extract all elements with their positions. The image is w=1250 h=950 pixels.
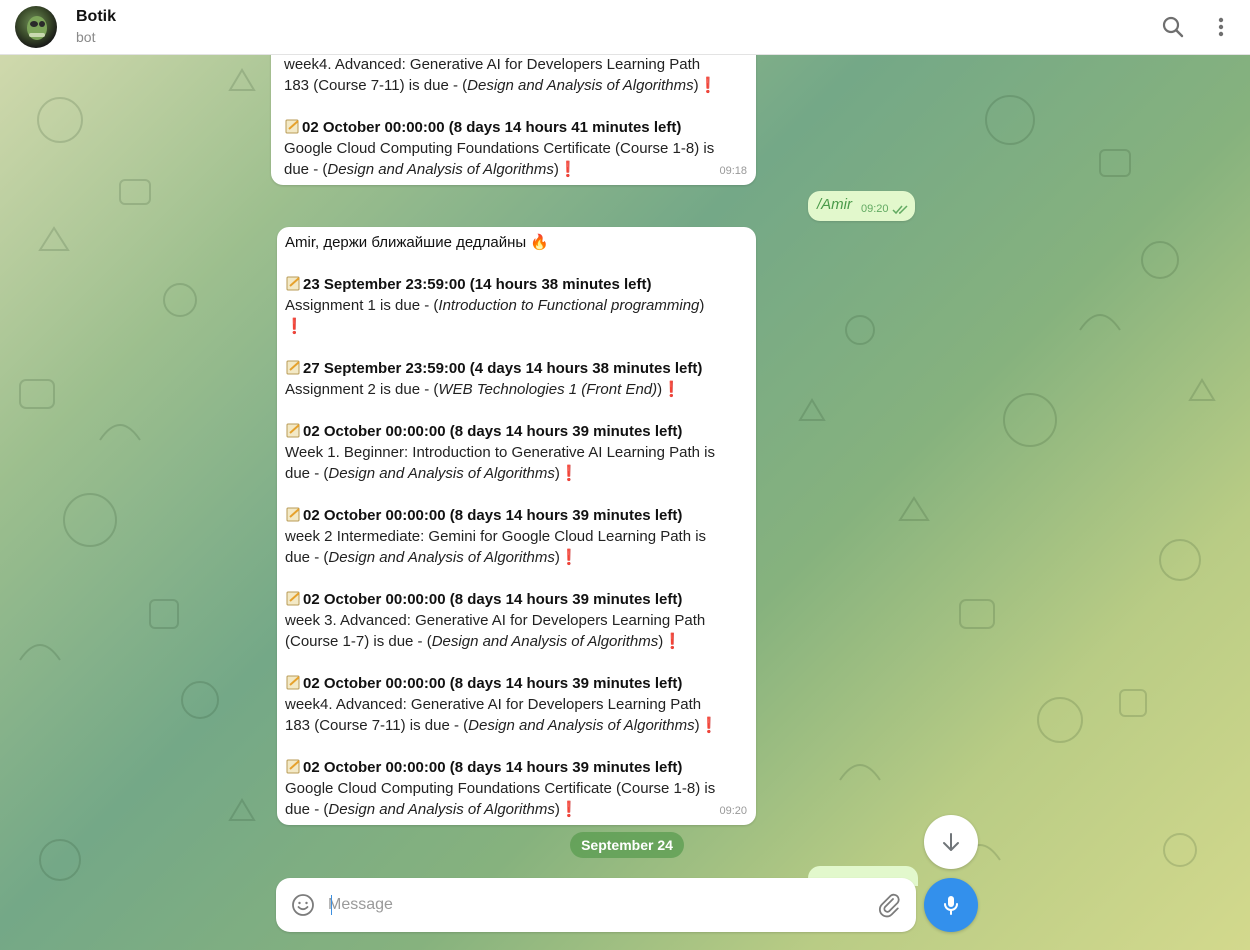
deadline-header: 02 October 00:00:00 (8 days 14 hours 39 … bbox=[285, 505, 748, 526]
message-line: 183 (Course 7-11) is due - (Design and A… bbox=[284, 77, 718, 94]
memo-icon bbox=[285, 119, 299, 134]
scroll-to-bottom-button[interactable] bbox=[924, 815, 978, 869]
deadline-text: 183 (Course 7-11) is due - (Design and A… bbox=[285, 717, 719, 734]
deadline-text: Assignment 2 is due - (WEB Technologies … bbox=[285, 381, 681, 398]
message-composer bbox=[276, 878, 916, 932]
deadline-text: week4. Advanced: Generative AI for Devel… bbox=[285, 696, 702, 713]
paperclip-icon bbox=[879, 893, 900, 918]
red-exclamation-icon: ❗ bbox=[559, 549, 579, 566]
deadline-text: Google Cloud Computing Foundations Certi… bbox=[285, 780, 716, 797]
deadline-header: 23 September 23:59:00 (14 hours 38 minut… bbox=[285, 274, 748, 295]
message-time: 09:20 bbox=[861, 203, 889, 215]
red-exclamation-icon: ❗ bbox=[698, 77, 718, 94]
incoming-message[interactable]: week4. Advanced: Generative AI for Devel… bbox=[271, 44, 756, 185]
deadline-header: 02 October 00:00:00 (8 days 14 hours 39 … bbox=[285, 421, 748, 442]
search-button[interactable] bbox=[1160, 14, 1186, 40]
red-exclamation-icon: ❗ bbox=[559, 801, 579, 818]
date-separator: September 24 bbox=[570, 832, 684, 858]
message-input[interactable] bbox=[328, 890, 868, 920]
voice-message-button[interactable] bbox=[924, 878, 978, 932]
more-options-button[interactable] bbox=[1208, 14, 1234, 40]
outgoing-message-text: /Amir bbox=[817, 196, 852, 213]
message-title: Amir, держи ближайшие дедлайны 🔥 bbox=[285, 234, 549, 251]
arrow-down-icon bbox=[943, 833, 959, 851]
deadline-text: week 3. Advanced: Generative AI for Deve… bbox=[285, 612, 706, 629]
red-exclamation-icon: ❗ bbox=[285, 318, 304, 335]
outgoing-message[interactable]: /Amir 09:20 bbox=[808, 191, 915, 221]
emoji-button[interactable] bbox=[291, 893, 315, 917]
avatar[interactable] bbox=[15, 6, 57, 48]
read-checkmarks-icon bbox=[892, 205, 908, 215]
more-vertical-icon bbox=[1218, 17, 1224, 37]
deadline-header: 02 October 00:00:00 (8 days 14 hours 39 … bbox=[285, 757, 748, 778]
memo-icon bbox=[286, 360, 300, 375]
memo-icon bbox=[286, 507, 300, 522]
deadline-text: Week 1. Beginner: Introduction to Genera… bbox=[285, 444, 715, 461]
red-exclamation-icon: ❗ bbox=[558, 161, 578, 178]
deadline-text: due - (Design and Analysis of Algorithms… bbox=[285, 549, 579, 566]
smiley-icon bbox=[292, 894, 314, 916]
memo-icon bbox=[286, 675, 300, 690]
deadline-header: 27 September 23:59:00 (4 days 14 hours 3… bbox=[285, 358, 748, 379]
deadline-text: Assignment 1 is due - (Introduction to F… bbox=[285, 297, 705, 314]
search-icon bbox=[1162, 16, 1184, 38]
message-time: 09:18 bbox=[719, 165, 747, 177]
deadline-header: 02 October 00:00:00 (8 days 14 hours 39 … bbox=[285, 589, 748, 610]
deadline-text: (Course 1-7) is due - (Design and Analys… bbox=[285, 633, 682, 650]
message-line: week4. Advanced: Generative AI for Devel… bbox=[284, 56, 701, 73]
message-time: 09:20 bbox=[719, 805, 747, 817]
memo-icon bbox=[286, 276, 300, 291]
bot-avatar-icon bbox=[27, 16, 47, 40]
deadline-text: due - (Design and Analysis of Algorithms… bbox=[285, 465, 579, 482]
incoming-message[interactable]: Amir, держи ближайшие дедлайны 🔥 23 Sept… bbox=[277, 227, 756, 825]
deadline-header: 02 October 00:00:00 (8 days 14 hours 41 … bbox=[284, 117, 743, 138]
microphone-icon bbox=[944, 896, 958, 915]
red-exclamation-icon: ❗ bbox=[559, 465, 579, 482]
attach-button[interactable] bbox=[876, 892, 902, 918]
memo-icon bbox=[286, 759, 300, 774]
memo-icon bbox=[286, 591, 300, 606]
deadline-text: week 2 Intermediate: Gemini for Google C… bbox=[285, 528, 707, 545]
message-line: Google Cloud Computing Foundations Certi… bbox=[284, 140, 715, 157]
message-line: due - (Design and Analysis of Algorithms… bbox=[284, 161, 578, 178]
chat-title[interactable]: Botik bbox=[76, 8, 116, 26]
text-caret bbox=[331, 895, 332, 915]
red-exclamation-icon: ❗ bbox=[662, 381, 681, 398]
red-exclamation-icon: ❗ bbox=[699, 717, 719, 734]
fire-icon: 🔥 bbox=[530, 234, 549, 251]
memo-icon bbox=[286, 423, 300, 438]
deadline-header: 02 October 00:00:00 (8 days 14 hours 39 … bbox=[285, 673, 748, 694]
chat-header: Botik bot bbox=[0, 0, 1250, 55]
deadline-text: due - (Design and Analysis of Algorithms… bbox=[285, 801, 579, 818]
chat-subtitle: bot bbox=[76, 29, 96, 45]
red-exclamation-icon: ❗ bbox=[663, 633, 682, 650]
